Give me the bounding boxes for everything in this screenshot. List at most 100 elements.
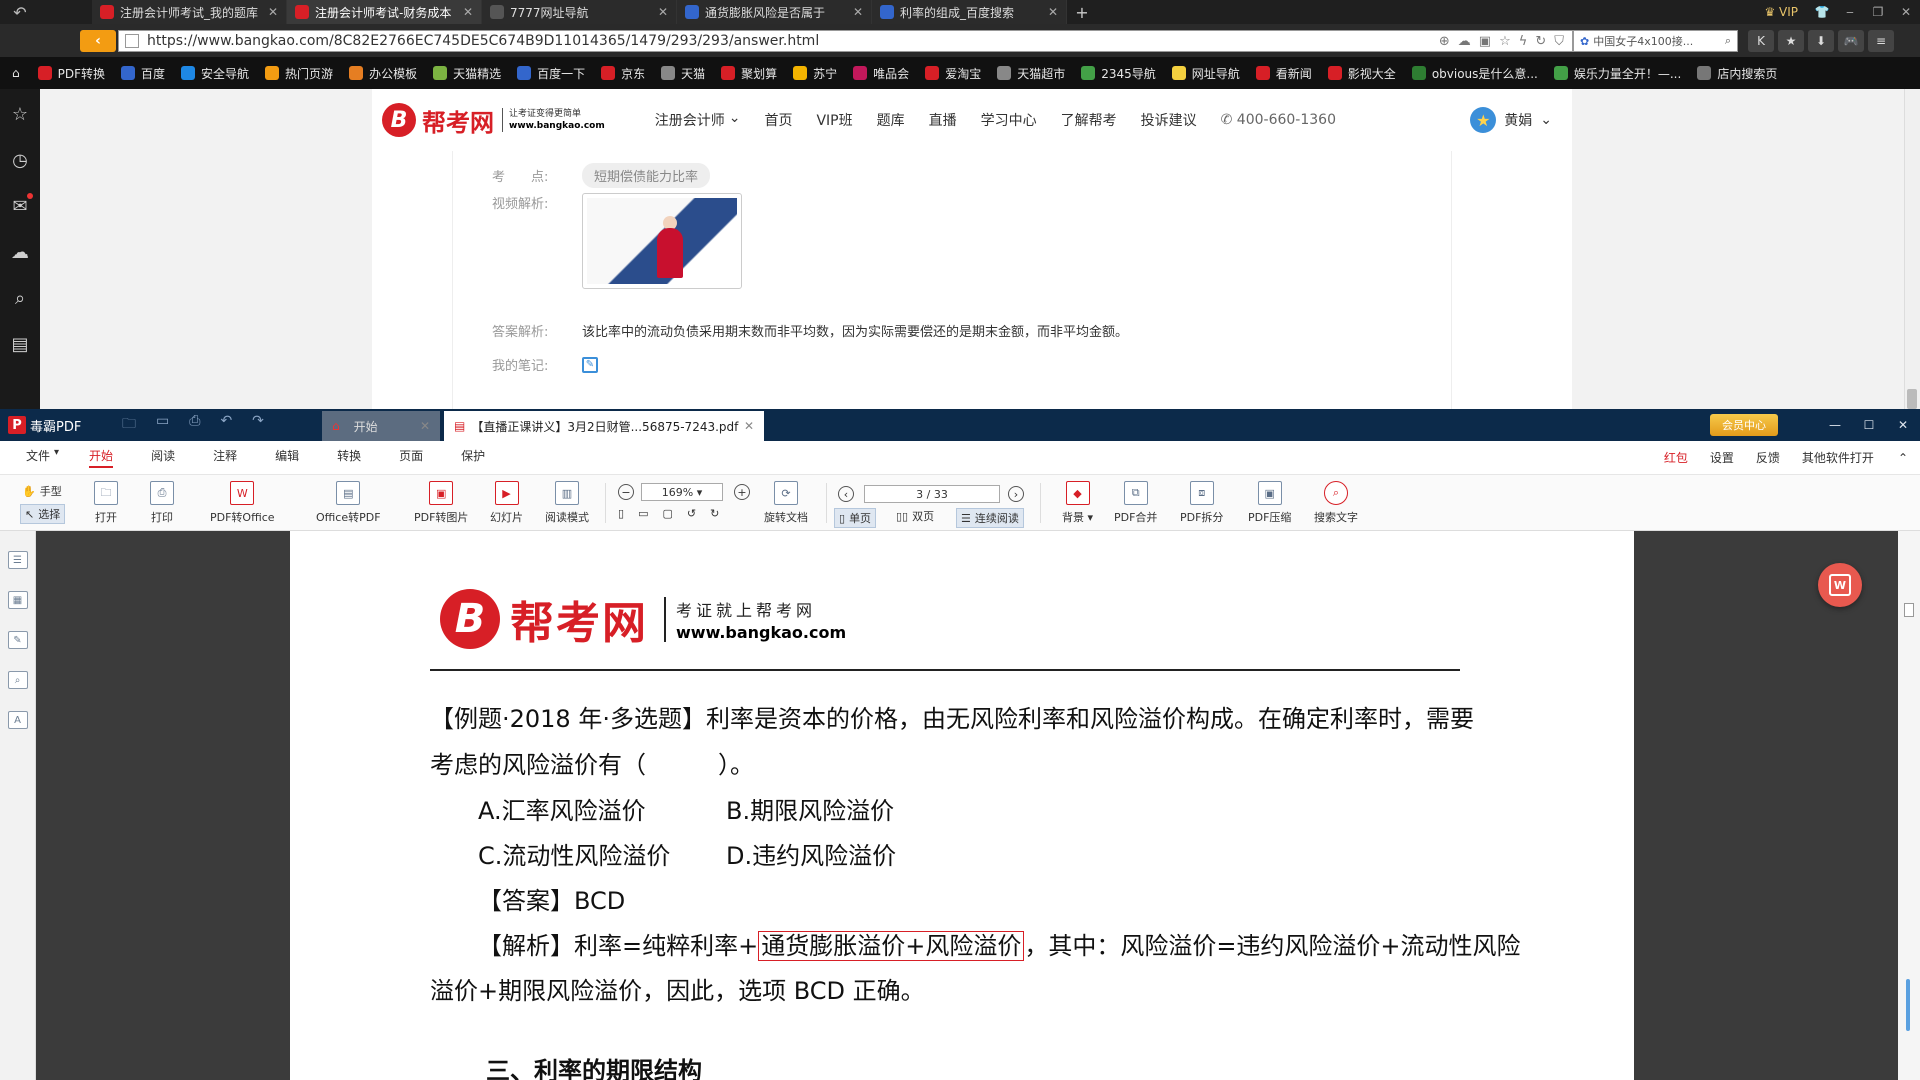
- bookmark-item[interactable]: 看新闻: [1250, 65, 1322, 82]
- menu-right-item[interactable]: 反馈: [1756, 449, 1780, 466]
- bookmark-item[interactable]: 聚划算: [715, 65, 787, 82]
- site-logo[interactable]: B 帮考网 让考证变得更简单 www.bangkao.com: [382, 103, 605, 138]
- site-nav-item[interactable]: 投诉建议: [1141, 110, 1197, 130]
- menu-icon[interactable]: ≡: [1868, 30, 1894, 52]
- rotate-right-icon[interactable]: ↻: [710, 507, 719, 520]
- bookmark-item[interactable]: 百度: [115, 65, 175, 82]
- read-mode-button[interactable]: ▥ 阅读模式: [545, 481, 589, 525]
- close-tab-icon[interactable]: ✕: [268, 5, 278, 19]
- fit-width-icon[interactable]: ▭: [638, 507, 648, 520]
- video-thumbnail[interactable]: [582, 193, 742, 289]
- bookmark-item[interactable]: 天猫: [655, 65, 715, 82]
- thumbnails-icon[interactable]: ▦: [7, 591, 28, 609]
- search-icon[interactable]: ⌕: [7, 671, 28, 689]
- menu-item[interactable]: 保护: [461, 447, 485, 468]
- site-nav-item[interactable]: 首页: [764, 110, 792, 130]
- close-tab-icon[interactable]: ✕: [658, 5, 668, 19]
- star-icon[interactable]: ☆: [1499, 34, 1511, 49]
- bookmark-item[interactable]: 店内搜索页: [1691, 65, 1787, 82]
- site-nav-item[interactable]: VIP班: [816, 110, 852, 130]
- close-icon[interactable]: ✕: [1886, 418, 1920, 432]
- bookmark-item[interactable]: PDF转换: [32, 65, 115, 82]
- menu-item[interactable]: 注释: [213, 447, 237, 468]
- hand-tool[interactable]: ✋ 手型: [22, 483, 62, 499]
- bookmark-item[interactable]: 影视大全: [1322, 65, 1406, 82]
- office-to-pdf-button[interactable]: ▤ Office转PDF: [316, 481, 381, 525]
- zoom-out-icon[interactable]: −: [618, 484, 634, 500]
- image-icon[interactable]: ▣: [1479, 34, 1491, 49]
- minimize-icon[interactable]: ‒: [1836, 0, 1864, 24]
- bookmark-item[interactable]: 天猫超市: [991, 65, 1075, 82]
- browser-tab[interactable]: 注册会计师考试-财务成本 ✕: [287, 0, 482, 24]
- print-icon[interactable]: ⎙: [189, 413, 200, 437]
- menu-right-item[interactable]: 红包: [1664, 449, 1688, 466]
- back-arrow-icon[interactable]: ↶: [0, 0, 40, 24]
- browser-tab[interactable]: 7777网址导航 ✕: [482, 0, 677, 24]
- site-nav-item[interactable]: 了解帮考: [1061, 110, 1117, 130]
- pdf-compress-button[interactable]: ▣ PDF压缩: [1248, 481, 1291, 525]
- menu-item[interactable]: 页面: [399, 447, 423, 468]
- site-nav-item[interactable]: 题库: [877, 110, 905, 130]
- bookmark-item[interactable]: 天猫精选: [427, 65, 511, 82]
- web-scrollbar[interactable]: [1904, 89, 1920, 409]
- home-icon[interactable]: ⌂: [8, 66, 32, 80]
- bookmark-item[interactable]: 唯品会: [847, 65, 919, 82]
- maximize-icon[interactable]: ☐: [1852, 418, 1886, 432]
- highlight-box[interactable]: 通货膨胀溢价+风险溢价: [758, 931, 1025, 961]
- mail-icon[interactable]: ✉: [9, 193, 33, 217]
- cloud-icon[interactable]: ☁: [9, 241, 31, 263]
- background-button[interactable]: ◆ 背景 ▾: [1062, 481, 1093, 525]
- menu-item[interactable]: 编辑: [275, 447, 299, 468]
- site-nav-item[interactable]: 学习中心: [981, 110, 1037, 130]
- floating-word-button[interactable]: W: [1818, 563, 1862, 607]
- refresh-icon[interactable]: ↻: [1535, 34, 1546, 49]
- save-icon[interactable]: ▭: [156, 413, 169, 437]
- rotate-document-button[interactable]: ⟳ 旋转文档: [764, 481, 808, 525]
- double-page-button[interactable]: ▯▯ 双页: [896, 508, 934, 524]
- close-tab-icon[interactable]: ✕: [853, 5, 863, 19]
- favorites-star-icon[interactable]: ☆: [9, 103, 31, 125]
- download-icon[interactable]: ⬇: [1808, 30, 1834, 52]
- slideshow-button[interactable]: ▶ 幻灯片: [490, 481, 523, 525]
- pdf-scrollbar[interactable]: [1898, 531, 1920, 1080]
- menu-item[interactable]: 开始: [89, 447, 114, 468]
- browser-tab[interactable]: 通货膨胀风险是否属于 ✕: [677, 0, 872, 24]
- site-nav-item[interactable]: 注册会计师: [655, 110, 725, 130]
- extension-k-icon[interactable]: K: [1748, 30, 1774, 52]
- browser-tab[interactable]: 利率的组成_百度搜索 ✕: [872, 0, 1067, 24]
- bookmark-item[interactable]: 网址导航: [1166, 65, 1250, 82]
- topic-pill[interactable]: 短期偿债能力比率: [582, 163, 711, 188]
- open-button[interactable]: 🗀 打开: [94, 481, 118, 525]
- undo-icon[interactable]: ↶: [220, 413, 232, 437]
- address-bar[interactable]: https://www.bangkao.com/8C82E2766EC745DE…: [118, 30, 1573, 52]
- tab-document[interactable]: ▤ 【直播正课讲义】3月2日财管...56875-7243.pdf ✕: [444, 411, 764, 441]
- new-tab-button[interactable]: +: [1067, 0, 1097, 24]
- search-input[interactable]: ✿ 中国女子4x100接... ⌕: [1573, 30, 1738, 52]
- pdf-to-image-button[interactable]: ▣ PDF转图片: [414, 481, 468, 525]
- minimize-icon[interactable]: —: [1818, 418, 1852, 432]
- shield-icon[interactable]: ⛉: [1554, 34, 1564, 49]
- bookmark-item[interactable]: obvious是什么意...: [1406, 65, 1548, 82]
- single-page-button[interactable]: ▯ 单页: [834, 508, 877, 528]
- pdf-page[interactable]: B 帮考网 考证就上帮考网 www.bangkao.com 【例题·2018 年·…: [290, 531, 1634, 1080]
- back-button[interactable]: ‹: [80, 30, 116, 52]
- bookmark-item[interactable]: 京东: [595, 65, 655, 82]
- prev-page-icon[interactable]: ‹: [838, 486, 854, 502]
- shirt-icon[interactable]: 👕: [1808, 0, 1836, 24]
- browser-tab[interactable]: 注册会计师考试_我的题库 ✕: [92, 0, 287, 24]
- menu-item[interactable]: 阅读: [151, 447, 175, 468]
- member-center-button[interactable]: 会员中心: [1710, 414, 1778, 436]
- close-tab-icon[interactable]: ✕: [463, 5, 473, 19]
- close-tab-icon[interactable]: ✕: [1048, 5, 1058, 19]
- user-menu[interactable]: ★ 黄娟 ⌄: [1470, 107, 1552, 133]
- bookmark-item[interactable]: 苏宁: [787, 65, 847, 82]
- restore-icon[interactable]: ❐: [1864, 0, 1892, 24]
- page-number-input[interactable]: 3 / 33: [864, 485, 1000, 503]
- url-text[interactable]: https://www.bangkao.com/8C82E2766EC745DE…: [147, 33, 1439, 49]
- favorites-icon[interactable]: ★: [1778, 30, 1804, 52]
- annotations-icon[interactable]: ✎: [7, 631, 28, 649]
- news-icon[interactable]: ▤: [9, 333, 31, 355]
- bookmark-item[interactable]: 娱乐力量全开！—...: [1548, 65, 1691, 82]
- next-page-icon[interactable]: ›: [1008, 486, 1024, 502]
- actual-size-icon[interactable]: ▢: [662, 507, 672, 520]
